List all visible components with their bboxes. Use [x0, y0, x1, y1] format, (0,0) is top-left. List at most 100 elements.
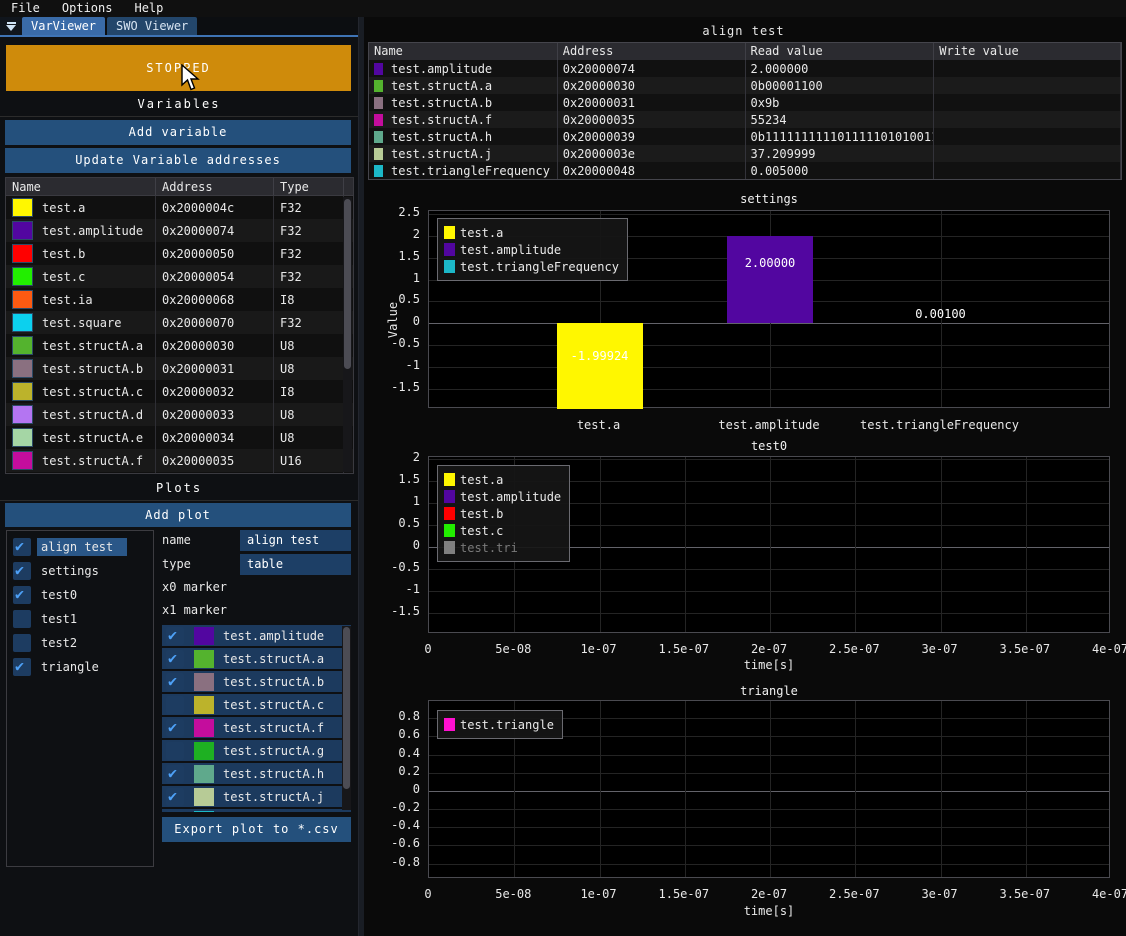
series-row[interactable] [162, 809, 351, 812]
series-row[interactable]: test.structA.f [162, 717, 351, 738]
legend-entry[interactable]: test.c [444, 522, 561, 539]
table-row[interactable]: test.ia 0x20000068 I8 [6, 288, 353, 311]
series-visible-checkbox[interactable] [166, 788, 184, 806]
plot-list-item[interactable]: triangle [7, 655, 153, 679]
series-row[interactable]: test.amplitude [162, 625, 351, 646]
tab-varviewer[interactable]: VarViewer [22, 17, 105, 35]
menu-file[interactable]: File [0, 0, 51, 17]
plot-list-item[interactable]: test1 [7, 607, 153, 631]
legend-entry[interactable]: test.triangle [444, 716, 554, 733]
variable-color-swatch[interactable] [12, 405, 33, 424]
series-color-swatch[interactable] [194, 673, 214, 691]
write-value[interactable] [934, 94, 1121, 111]
table-row[interactable]: test.structA.a 0x20000030 0b00001100 [369, 77, 1121, 94]
column-header-address[interactable]: Address [558, 43, 746, 60]
table-row[interactable]: test.b 0x20000050 F32 [6, 242, 353, 265]
series-scrollbar[interactable] [342, 626, 351, 810]
export-csv-button[interactable]: Export plot to *.csv [162, 817, 351, 842]
variable-color-swatch[interactable] [12, 359, 33, 378]
menu-help[interactable]: Help [123, 0, 174, 17]
collapse-tabs-icon[interactable] [0, 17, 22, 35]
variable-color-swatch[interactable] [12, 290, 33, 309]
series-color-swatch[interactable] [194, 719, 214, 737]
menu-options[interactable]: Options [51, 0, 124, 17]
legend-entry[interactable]: test.tri [444, 539, 561, 556]
column-header-write-value[interactable]: Write value [934, 43, 1121, 60]
plot-visible-checkbox[interactable] [13, 562, 31, 580]
settings-plot[interactable]: settings Value -1.999242.000000.00100 te… [365, 190, 1126, 435]
legend-entry[interactable]: test.amplitude [444, 241, 619, 258]
bar-test.a[interactable] [557, 323, 643, 409]
series-visible-checkbox[interactable] [166, 650, 184, 668]
series-visible-checkbox[interactable] [166, 765, 184, 783]
plot-legend[interactable]: test.triangle [437, 710, 563, 739]
series-color-swatch[interactable] [194, 696, 214, 714]
table-row[interactable]: test.triangleFrequency 0x20000048 0.0050… [369, 162, 1121, 179]
table-row[interactable]: test.c 0x20000054 F32 [6, 265, 353, 288]
triangle-plot[interactable]: triangle test.triangle time[s] 0.80.60.4… [365, 682, 1126, 934]
series-visible-checkbox[interactable] [166, 719, 184, 737]
series-row[interactable]: test.structA.h [162, 763, 351, 784]
series-visible-checkbox[interactable] [166, 627, 184, 645]
plot-visible-checkbox[interactable] [13, 634, 31, 652]
write-value[interactable] [934, 111, 1121, 128]
add-variable-button[interactable]: Add variable [5, 120, 351, 145]
target-state-button[interactable]: STOPPED [6, 45, 351, 91]
series-color-swatch[interactable] [194, 788, 214, 806]
plot-list-item[interactable]: test0 [7, 583, 153, 607]
write-value[interactable] [934, 77, 1121, 94]
plot-list-item[interactable]: settings [7, 559, 153, 583]
variable-color-swatch[interactable] [12, 198, 33, 217]
legend-entry[interactable]: test.b [444, 505, 561, 522]
test0-plot[interactable]: test0 test.atest.amplitudetest.btest.cte… [365, 437, 1126, 680]
plot-visible-checkbox[interactable] [13, 538, 31, 556]
variable-color-swatch[interactable] [12, 244, 33, 263]
series-row[interactable]: test.structA.b [162, 671, 351, 692]
variable-color-swatch[interactable] [12, 451, 33, 470]
table-row[interactable]: test.structA.j 0x2000003e 37.209999 [369, 145, 1121, 162]
series-row[interactable]: test.structA.a [162, 648, 351, 669]
table-row[interactable]: test.amplitude 0x20000074 2.000000 [369, 60, 1121, 77]
column-header-address[interactable]: Address [156, 178, 274, 195]
series-color-swatch[interactable] [194, 650, 214, 668]
write-value[interactable] [934, 128, 1121, 145]
table-row[interactable]: test.structA.b 0x20000031 0x9b [369, 94, 1121, 111]
variable-color-swatch[interactable] [12, 221, 33, 240]
scrollbar-thumb[interactable] [344, 199, 351, 369]
plot-visible-checkbox[interactable] [13, 586, 31, 604]
table-row[interactable]: test.structA.b 0x20000031 U8 [6, 357, 353, 380]
variable-color-swatch[interactable] [12, 382, 33, 401]
plot-type-select[interactable]: table [240, 554, 351, 575]
plot-legend[interactable]: test.atest.amplitudetest.btest.ctest.tri [437, 465, 570, 562]
column-header-read-value[interactable]: Read value [746, 43, 935, 60]
series-visible-checkbox[interactable] [166, 673, 184, 691]
table-row[interactable]: test.structA.f 0x20000035 U16 [6, 449, 353, 472]
table-row[interactable]: test.structA.a 0x20000030 U8 [6, 334, 353, 357]
table-row[interactable]: test.square 0x20000070 F32 [6, 311, 353, 334]
write-value[interactable] [934, 162, 1121, 179]
update-variable-addresses-button[interactable]: Update Variable addresses [5, 148, 351, 173]
write-value[interactable] [934, 60, 1121, 77]
legend-entry[interactable]: test.triangleFrequency [444, 258, 619, 275]
series-color-swatch[interactable] [194, 765, 214, 783]
series-color-swatch[interactable] [194, 742, 214, 760]
column-header-name[interactable]: Name [369, 43, 558, 60]
variable-color-swatch[interactable] [12, 267, 33, 286]
table-row[interactable]: test.structA.f 0x20000035 55234 [369, 111, 1121, 128]
plot-visible-checkbox[interactable] [13, 658, 31, 676]
variable-color-swatch[interactable] [12, 336, 33, 355]
series-row[interactable]: test.structA.c [162, 694, 351, 715]
column-header-type[interactable]: Type [274, 178, 344, 195]
add-plot-button[interactable]: Add plot [5, 503, 351, 527]
plot-list-item[interactable]: align test [7, 535, 153, 559]
variables-scrollbar[interactable] [343, 197, 352, 472]
variable-color-swatch[interactable] [12, 428, 33, 447]
series-visible-checkbox[interactable] [166, 696, 184, 714]
table-row[interactable]: test.a 0x2000004c F32 [6, 196, 353, 219]
series-visible-checkbox[interactable] [166, 811, 184, 813]
legend-entry[interactable]: test.a [444, 224, 619, 241]
table-row[interactable]: test.structA.d 0x20000033 U8 [6, 403, 353, 426]
series-visible-checkbox[interactable] [166, 742, 184, 760]
series-color-swatch[interactable] [194, 627, 214, 645]
variable-color-swatch[interactable] [12, 313, 33, 332]
